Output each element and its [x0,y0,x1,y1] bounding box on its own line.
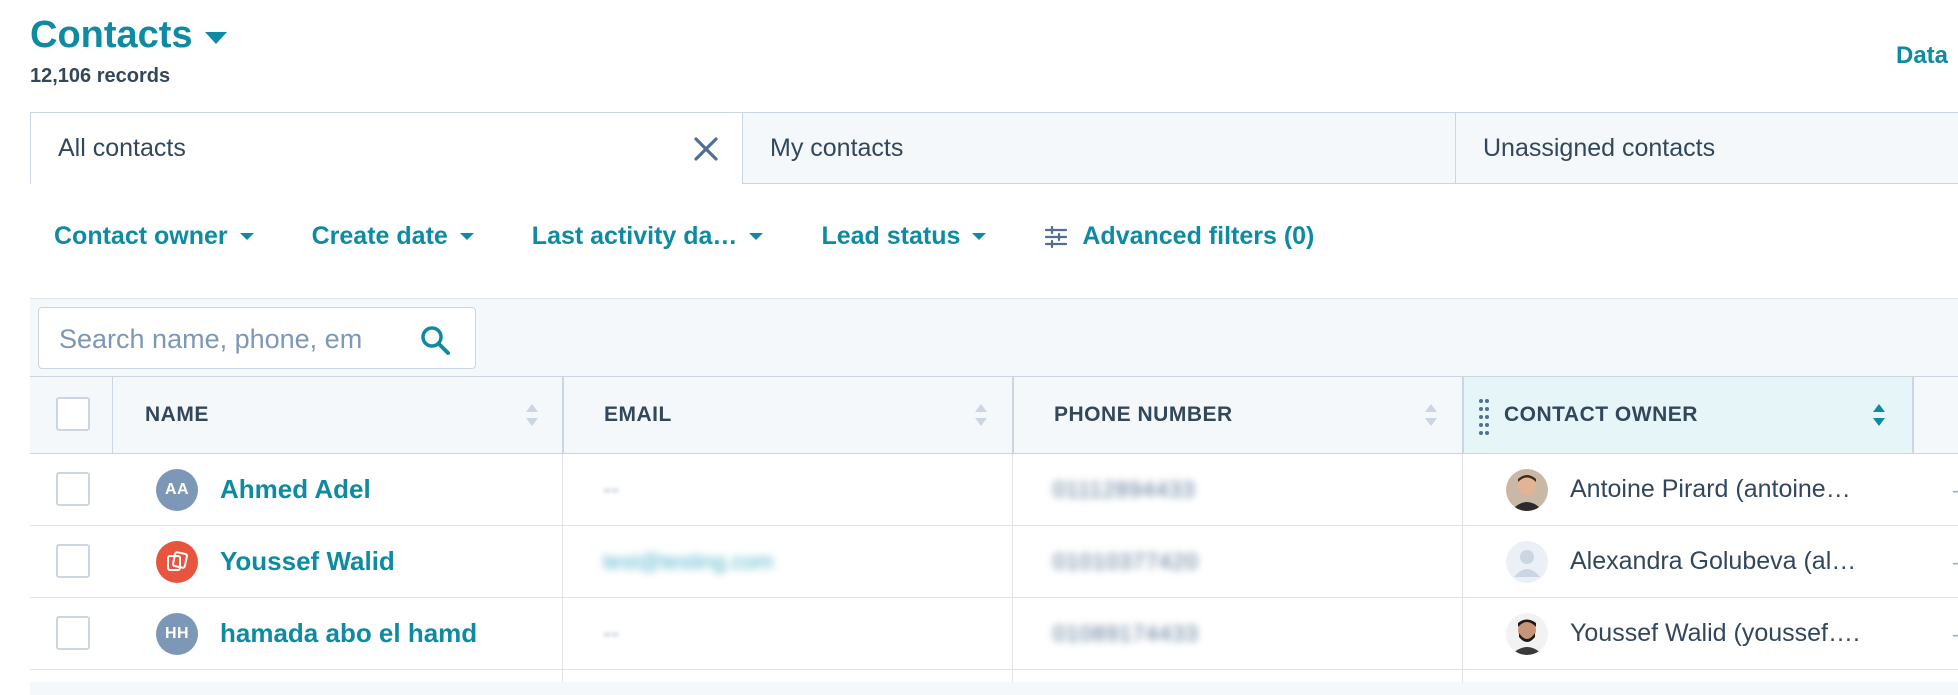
phone-cell: 01112894433 [1012,454,1462,525]
owner-cell: Alexandra Golubeva (al… [1462,526,1912,597]
avatar: HH [156,612,198,655]
select-all-checkbox[interactable] [56,397,90,431]
clipped-cell-marker: - [1952,624,1958,647]
close-icon[interactable] [692,135,720,163]
table-header: NAME EMAIL PHONE NUMBER CONTACT OWNER [30,376,1958,454]
phone-value: 01010377420 [1053,548,1199,574]
drag-handle-icon[interactable] [1478,397,1490,437]
contact-name-link[interactable]: hamada abo el hamd [220,618,477,649]
last-activity-filter[interactable]: Last activity da… [532,222,764,251]
email-value[interactable]: test@testing.com [603,549,773,575]
sort-icon[interactable] [525,401,539,429]
column-header-contact-owner[interactable]: CONTACT OWNER [1462,377,1912,453]
phone-cell: 01010377420 [1012,526,1462,597]
table-row-partial [30,670,1958,682]
tab-unassigned-contacts[interactable]: Unassigned contacts [1456,112,1958,184]
column-divider [1012,670,1013,682]
search-input[interactable] [57,320,411,358]
column-header-phone[interactable]: PHONE NUMBER [1012,377,1462,453]
record-count: 12,106 records [30,65,171,87]
page-title-text: Contacts [30,14,193,56]
sort-active-icon[interactable] [1872,401,1886,429]
column-header-name[interactable]: NAME [112,377,562,453]
search-icon[interactable] [419,324,451,356]
tab-label: My contacts [770,133,904,162]
row-checkbox[interactable] [56,616,90,650]
view-tabs: All contacts My contacts Unassigned cont… [30,112,1958,184]
contacts-table: NAME EMAIL PHONE NUMBER CONTACT OWNER AA… [30,376,1958,682]
row-select-cell [30,526,112,597]
column-label: EMAIL [604,403,672,426]
owner-cell: Antoine Pirard (antoine… [1462,454,1912,525]
owner-avatar [1506,540,1548,583]
email-cell: -- [562,454,1012,525]
company-logo-icon [167,550,188,571]
sort-icon[interactable] [974,401,988,429]
name-cell: AA Ahmed Adel [112,454,562,525]
clipped-cell-marker: - [1952,480,1958,503]
caret-down-icon [459,233,474,240]
column-divider [1462,670,1463,682]
caret-down-icon [239,233,254,240]
caret-down-icon [972,233,987,240]
filter-label: Last activity da… [531,222,738,250]
contact-name-link[interactable]: Ahmed Adel [220,474,371,505]
filter-bar: Contact owner Create date Last activity … [54,222,1372,251]
user-placeholder-icon [1506,540,1548,583]
tab-my-contacts[interactable]: My contacts [743,112,1456,184]
email-value: -- [603,475,619,503]
avatar: AA [156,468,198,511]
row-select-cell [30,454,112,525]
advanced-filters-button[interactable]: Advanced filters (0) [1044,222,1314,251]
owner-name: Antoine Pirard (antoine… [1570,475,1851,503]
search-box [38,307,476,369]
table-row[interactable]: HH hamada abo el hamd -- 01089174433 You… [30,598,1958,670]
lead-status-filter[interactable]: Lead status [821,222,987,251]
sort-icon[interactable] [1424,401,1438,429]
owner-avatar [1506,468,1548,511]
phone-value: 01112894433 [1053,476,1196,502]
phone-value: 01089174433 [1053,620,1199,646]
contact-owner-filter[interactable]: Contact owner [54,222,254,251]
owner-name: Youssef Walid (youssef…. [1570,619,1860,647]
email-value: -- [603,619,619,647]
column-header-email[interactable]: EMAIL [562,377,1012,453]
create-date-filter[interactable]: Create date [312,222,474,251]
row-checkbox[interactable] [56,544,90,578]
column-label: NAME [145,403,209,426]
name-cell: HH hamada abo el hamd [112,598,562,669]
column-label: PHONE NUMBER [1054,403,1233,426]
data-quality-link[interactable]: Data [1896,42,1948,70]
tab-label: All contacts [58,134,186,162]
column-label: CONTACT OWNER [1504,403,1698,426]
phone-cell: 01089174433 [1012,598,1462,669]
email-cell: -- [562,598,1012,669]
filter-label: Advanced filters (0) [1082,222,1315,250]
column-divider [562,670,563,682]
caret-down-icon [749,233,764,240]
clipped-cell-marker: - [1952,552,1958,575]
owner-avatar [1506,612,1548,655]
filter-label: Contact owner [54,222,228,250]
column-header-next [1912,377,1958,453]
table-row[interactable]: AA Ahmed Adel -- 01112894433 Antoine Pir… [30,454,1958,526]
row-select-cell [30,598,112,669]
filter-label: Lead status [821,222,961,250]
select-all-cell [30,377,112,453]
page-title[interactable]: Contacts [30,14,227,57]
email-cell: test@testing.com [562,526,1012,597]
chevron-down-icon[interactable] [204,31,227,44]
sliders-icon [1045,225,1068,248]
tab-label: Unassigned contacts [1483,133,1716,162]
owner-name: Alexandra Golubeva (al… [1570,547,1857,575]
contact-name-link[interactable]: Youssef Walid [220,546,395,577]
table-row[interactable]: Youssef Walid test@testing.com 010103774… [30,526,1958,598]
filter-label: Create date [311,222,448,250]
row-checkbox[interactable] [56,472,90,506]
name-cell: Youssef Walid [112,526,562,597]
owner-cell: Youssef Walid (youssef…. [1462,598,1912,669]
avatar [156,540,198,583]
tab-all-contacts[interactable]: All contacts [30,112,743,184]
